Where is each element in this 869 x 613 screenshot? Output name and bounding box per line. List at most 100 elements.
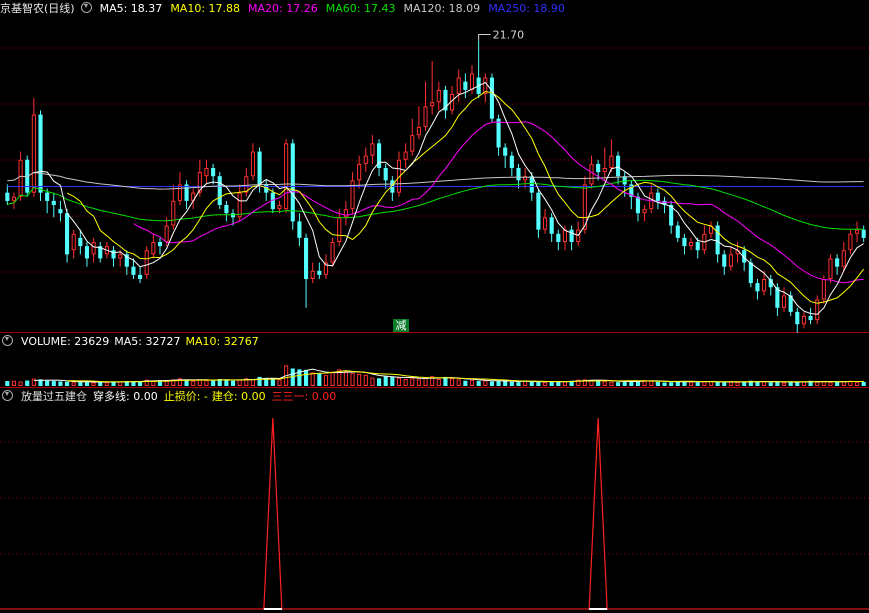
candle-body-32 [217,176,222,205]
indicator-pane: 放量过五建仓 穿多线: 0.00 止损价: - 建仓: 0.00 三三一: 0.00 [0,388,869,613]
volume-bar-52 [350,373,355,386]
candle-body-113 [755,283,760,292]
price-legend: 京基智农(日线) MA5: 18.37 MA10: 17.88 MA20: 17.26… [0,0,573,18]
signal-badge: 减 [393,319,409,332]
volume-bar-57 [383,375,388,386]
candle-body-82 [549,217,554,234]
volume-bar-78 [523,380,528,386]
candle-body-20 [138,274,143,279]
volume-bar-51 [343,370,348,387]
volume-bar-108 [722,382,727,386]
volume-bar-33 [224,379,229,386]
candle-body-80 [536,192,541,230]
dropdown-circle-icon[interactable] [80,2,92,13]
volume-bar-3 [25,380,30,386]
candle-body-125 [835,258,840,267]
indicator-chart[interactable] [0,388,869,613]
volume-bar-29 [197,379,202,387]
candle-body-44 [297,221,302,238]
volume-bar-99 [662,382,667,386]
ma20-label: MA20: 17.26 [248,2,318,15]
candle-body-69 [463,81,468,90]
volume-bar-13 [91,382,96,387]
candle-body-41 [277,205,282,210]
candle-body-30 [204,168,209,177]
candle-body-103 [689,242,694,247]
candle-body-119 [795,311,800,325]
volume-bar-117 [781,382,787,386]
candle-body-8 [58,209,63,214]
volume-bar-113 [755,381,760,386]
candle-body-6 [45,192,50,201]
candle-body-42 [284,143,289,210]
volume-bar-75 [503,381,508,386]
candle-body-12 [84,246,90,259]
candle-body-90 [602,168,607,173]
volume-bar-11 [78,381,83,386]
candle-body-45 [303,237,309,279]
ma250-label: MA250: 18.90 [488,2,565,15]
volume-bar-104 [695,382,700,386]
volume-bar-107 [715,382,720,386]
volume-bar-92 [615,382,621,386]
volume-bar-53 [357,373,362,386]
candle-body-112 [748,262,753,284]
candle-body-93 [622,176,627,185]
candle-body-60 [403,151,408,160]
volume-bar-110 [735,382,740,387]
high-price-label: 21.70 [493,29,525,42]
candle-body-37 [250,151,256,177]
volume-bar-34 [230,380,236,386]
volume-bar-65 [436,379,441,386]
candle-body-36 [244,176,249,193]
candle-body-62 [416,126,421,136]
volume-bar-2 [18,381,23,387]
candle-body-108 [722,254,727,267]
candle-body-95 [635,196,641,214]
volume-bar-73 [489,381,494,386]
volume-bar-15 [104,382,109,387]
candle-body-13 [91,242,96,255]
candle-body-83 [556,233,561,242]
candle-body-61 [410,135,415,152]
volume-bar-14 [98,381,103,386]
candle-body-35 [237,192,242,218]
candle-body-21 [144,250,149,275]
candle-body-68 [456,77,461,95]
volume-bar-61 [410,378,415,386]
candle-body-126 [841,250,846,267]
volume-bar-69 [463,380,468,386]
volume-bar-100 [669,382,674,386]
candle-body-75 [503,147,508,156]
volume-bar-37 [250,379,256,386]
candle-body-124 [828,258,833,280]
candle-body-19 [131,266,136,275]
candle-body-1 [11,196,17,201]
dropdown-circle-icon[interactable] [2,390,13,401]
candle-body-63 [423,106,428,127]
volume-bar-45 [303,369,309,386]
volume-bar-58 [390,376,395,386]
volume-bar-123 [821,381,826,387]
volume-bar-125 [835,381,840,386]
volume-bar-124 [828,382,833,387]
candle-body-109 [728,254,733,267]
volume-bar-98 [655,381,660,386]
candle-body-81 [542,217,548,230]
volume-bar-46 [310,372,315,386]
candle-body-57 [383,168,388,181]
candlestick-chart[interactable]: 21.7015.47 [0,0,869,333]
volume-bar-120 [801,381,806,387]
dropdown-circle-icon[interactable] [2,335,13,346]
candle-body-23 [157,242,163,247]
candle-body-101 [675,225,680,238]
candle-body-121 [808,316,813,321]
volume-bar-43 [290,368,295,386]
candle-body-114 [762,279,767,292]
candle-body-31 [211,168,216,177]
candle-body-50 [337,217,342,242]
volume-bar-93 [622,381,627,386]
indicator-title: 放量过五建仓 [21,390,87,403]
candle-body-43 [290,143,295,222]
volume-bar-115 [768,382,773,386]
